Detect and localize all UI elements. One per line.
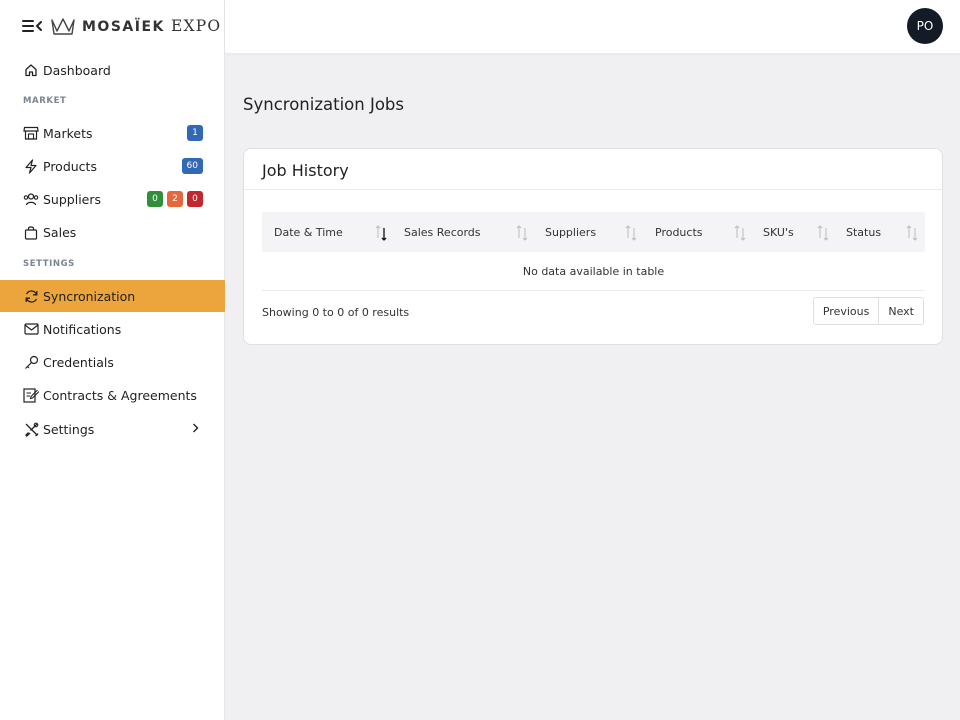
- section-label-settings: SETTINGS: [23, 259, 75, 269]
- envelope-icon: [23, 321, 39, 337]
- key-icon: [23, 354, 39, 370]
- card-title: Job History: [262, 161, 349, 180]
- sidebar-item-products[interactable]: Products 60: [0, 150, 225, 182]
- shopping-bag-icon: [23, 224, 39, 240]
- sort-icon[interactable]: [624, 224, 638, 242]
- sidebar-item-notifications[interactable]: Notifications: [0, 313, 225, 345]
- sidebar-item-label: Markets: [43, 125, 93, 141]
- column-header-status[interactable]: Status: [846, 212, 881, 252]
- section-label-market: MARKET: [23, 96, 67, 106]
- sort-icon[interactable]: [733, 224, 747, 242]
- sort-icon[interactable]: [515, 224, 529, 242]
- crown-icon: [51, 18, 75, 35]
- sidebar-item-label: Suppliers: [43, 191, 102, 207]
- sidebar-item-label: Dashboard: [43, 62, 111, 78]
- home-icon: [23, 62, 39, 78]
- next-button[interactable]: Next: [878, 298, 923, 324]
- pagination: Previous Next: [812, 297, 924, 325]
- sidebar-item-label: Contracts & Agreements: [43, 387, 197, 403]
- sort-desc-icon[interactable]: [374, 224, 388, 242]
- column-header-suppliers[interactable]: Suppliers: [545, 212, 596, 252]
- count-badge: 0: [147, 191, 163, 207]
- sidebar-item-label: Products: [43, 158, 97, 174]
- brand-name: MOSAÏEK EXPO: [82, 17, 222, 35]
- logo-row: MOSAÏEK EXPO: [22, 13, 221, 39]
- job-history-card: Job History Date & Time Sales Records Su…: [243, 148, 943, 345]
- count-badge: 2: [167, 191, 183, 207]
- column-header-skus[interactable]: SKU's: [763, 212, 794, 252]
- count-badge: 1: [187, 125, 203, 141]
- sync-icon: [23, 288, 39, 304]
- contract-edit-icon: [23, 387, 39, 403]
- store-icon: [23, 125, 39, 141]
- sidebar-item-dashboard[interactable]: Dashboard: [0, 54, 225, 86]
- sort-icon[interactable]: [816, 224, 830, 242]
- sidebar-item-label: Settings: [43, 421, 95, 437]
- avatar[interactable]: PO: [907, 8, 943, 44]
- sidebar-item-markets[interactable]: Markets 1: [0, 117, 225, 149]
- pagination-info: Showing 0 to 0 of 0 results: [262, 306, 410, 319]
- menu-collapse-icon[interactable]: [22, 18, 42, 34]
- bolt-icon: [23, 158, 39, 174]
- sidebar-item-sales[interactable]: Sales: [0, 216, 225, 248]
- sidebar-item-label: Syncronization: [43, 288, 136, 304]
- sidebar-item-label: Notifications: [43, 321, 122, 337]
- sidebar-item-label: Sales: [43, 224, 77, 240]
- column-header-date-time[interactable]: Date & Time: [274, 212, 343, 252]
- card-header: Job History: [244, 149, 942, 190]
- sidebar-item-suppliers[interactable]: Suppliers 0 2 0: [0, 183, 225, 215]
- count-badge: 60: [181, 158, 203, 174]
- sort-icon[interactable]: [905, 224, 919, 242]
- sidebar-item-credentials[interactable]: Credentials: [0, 346, 225, 378]
- sidebar-item-label: Credentials: [43, 354, 114, 370]
- column-header-sales-records[interactable]: Sales Records: [404, 212, 481, 252]
- sidebar-item-contracts[interactable]: Contracts & Agreements: [0, 379, 225, 411]
- page-title: Syncronization Jobs: [243, 95, 404, 114]
- table-header: Date & Time Sales Records Suppliers Prod…: [262, 212, 925, 252]
- empty-table-message: No data available in table: [262, 252, 925, 291]
- chevron-right-icon: [192, 423, 199, 436]
- brand-logo[interactable]: MOSAÏEK EXPO: [50, 16, 221, 36]
- top-bar: PO: [225, 0, 960, 53]
- users-icon: [23, 191, 39, 207]
- previous-button[interactable]: Previous: [813, 298, 879, 324]
- tools-icon: [23, 421, 39, 437]
- sidebar: MOSAÏEK EXPO Dashboard MARKET Markets 1 …: [0, 0, 225, 720]
- sidebar-item-syncronization[interactable]: Syncronization: [0, 280, 225, 312]
- column-header-products[interactable]: Products: [655, 212, 703, 252]
- sidebar-item-settings[interactable]: Settings: [0, 413, 225, 445]
- count-badge: 0: [187, 191, 203, 207]
